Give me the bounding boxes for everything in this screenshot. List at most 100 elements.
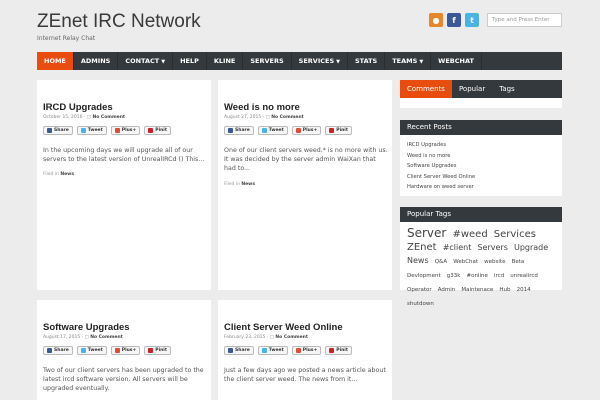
share-button-plusplus[interactable]: Plus+	[110, 126, 141, 135]
share-button-label: Pinit	[336, 348, 349, 353]
recent-post-link[interactable]: Software Upgrades	[407, 161, 555, 172]
comment-icon: · □	[261, 115, 272, 120]
share-button-pinit[interactable]: Pinit	[325, 126, 353, 135]
share-button-share[interactable]: Share	[43, 126, 73, 135]
share-button-tweet[interactable]: Tweet	[257, 126, 288, 135]
tab-comments[interactable]: Comments	[400, 80, 452, 98]
tag-link[interactable]: Upgrade	[514, 243, 548, 252]
share-button-label: Pinit	[155, 128, 168, 133]
facebook-icon	[47, 348, 52, 353]
share-button-label: Tweet	[87, 348, 103, 353]
category-link[interactable]: News	[60, 172, 74, 177]
post-excerpt: In the upcoming days we will upgrade all…	[43, 147, 205, 163]
share-buttons: Share Tweet Plus+ Pinit	[43, 346, 172, 355]
tag-link[interactable]: Beta	[512, 259, 525, 265]
nav-item-label: SERVICES	[298, 57, 335, 65]
filed-label: Filed in	[43, 172, 59, 177]
caret-down-icon: ▼	[419, 59, 424, 65]
nav-item-home[interactable]: HOME	[37, 52, 74, 70]
tag-link[interactable]: #online	[467, 273, 488, 279]
share-buttons: Share Tweet Plus+ Pinit	[224, 126, 353, 135]
share-button-tweet[interactable]: Tweet	[76, 126, 107, 135]
nav-item-admins[interactable]: ADMINS	[74, 52, 119, 70]
tag-link[interactable]: #client	[443, 243, 472, 252]
tag-link[interactable]: Servers	[477, 243, 507, 252]
nav-item-servers[interactable]: SERVERS	[243, 52, 292, 70]
share-button-share[interactable]: Share	[224, 126, 254, 135]
post-card: Weed is no more August 27, 2015 · □ No Co…	[218, 80, 392, 290]
rss-icon[interactable]: ●	[429, 13, 443, 27]
nav-item-label: STATS	[354, 57, 378, 65]
share-button-pinit[interactable]: Pinit	[144, 126, 172, 135]
tag-link[interactable]: Operator	[407, 287, 432, 293]
share-button-share[interactable]: Share	[224, 346, 254, 355]
tag-link[interactable]: ZEnet	[407, 242, 437, 253]
tag-link[interactable]: Devlopment	[407, 273, 441, 279]
tag-link[interactable]: ircd	[494, 273, 504, 279]
tag-link[interactable]: Services	[494, 229, 536, 240]
post-date: August 27, 2015	[224, 115, 262, 120]
recent-post-link[interactable]: Client Server Weed Online	[407, 172, 555, 183]
share-button-label: Plus+	[302, 348, 318, 353]
site-title[interactable]: ZEnet IRC Network	[37, 11, 201, 33]
caret-down-icon: ▼	[161, 59, 166, 65]
share-button-label: Tweet	[87, 128, 103, 133]
post-comments-link[interactable]: No Comment	[271, 115, 304, 120]
nav-item-help[interactable]: HELP	[173, 52, 207, 70]
share-button-plusplus[interactable]: Plus+	[291, 346, 322, 355]
tag-link[interactable]: #weed	[452, 229, 487, 240]
nav-item-webchat[interactable]: WEBCHAT	[431, 52, 482, 70]
tab-tags[interactable]: Tags	[492, 80, 522, 98]
tag-link[interactable]: WebChat	[453, 259, 478, 265]
share-button-pinit[interactable]: Pinit	[325, 346, 353, 355]
post-title[interactable]: Weed is no more	[224, 102, 300, 113]
comment-icon: · □	[80, 335, 91, 340]
tag-link[interactable]: Q&A	[435, 259, 447, 265]
tag-link[interactable]: g33k	[447, 273, 461, 279]
tag-link[interactable]: Server	[407, 226, 446, 240]
share-button-plusplus[interactable]: Plus+	[110, 346, 141, 355]
main-nav: HOME ADMINS CONTACT ▼ HELP KLINE SERVERS SERVIC…	[37, 52, 562, 70]
post-date: February 23, 2015	[224, 335, 266, 340]
share-button-tweet[interactable]: Tweet	[257, 346, 288, 355]
post-title[interactable]: Client Server Weed Online	[224, 322, 343, 333]
facebook-icon[interactable]: f	[447, 13, 461, 27]
recent-post-link[interactable]: Hardware on weed server	[407, 182, 555, 193]
tab-popular[interactable]: Popular	[452, 80, 492, 98]
share-button-plusplus[interactable]: Plus+	[291, 126, 322, 135]
twitter-icon[interactable]: t	[465, 13, 479, 27]
nav-item-stats[interactable]: STATS	[348, 52, 386, 70]
category-link[interactable]: News	[241, 182, 255, 187]
share-button-share[interactable]: Share	[43, 346, 73, 355]
nav-item-kline[interactable]: KLINE	[207, 52, 244, 70]
tag-link[interactable]: shutdown	[407, 301, 434, 307]
tag-link[interactable]: unrealircd	[510, 273, 538, 279]
nav-item-teams[interactable]: TEAMS ▼	[385, 52, 432, 70]
post-meta: February 23, 2015 · □ No Comment	[224, 335, 308, 340]
tag-link[interactable]: News	[407, 256, 429, 265]
share-button-tweet[interactable]: Tweet	[76, 346, 107, 355]
tag-link[interactable]: website	[484, 259, 505, 265]
recent-post-link[interactable]: IRCD Upgrades	[407, 140, 555, 151]
filed-label: Filed in	[224, 182, 240, 187]
facebook-icon	[228, 128, 233, 133]
post-comments-link[interactable]: No Comment	[92, 115, 125, 120]
share-button-label: Plus+	[121, 128, 137, 133]
post-comments-link[interactable]: No Comment	[90, 335, 123, 340]
tag-link[interactable]: Hub	[499, 287, 510, 293]
search-input[interactable]: Type and Press Enter	[487, 13, 562, 27]
post-comments-link[interactable]: No Comment	[275, 335, 308, 340]
nav-item-contact[interactable]: CONTACT ▼	[118, 52, 174, 70]
tag-link[interactable]: 2014	[517, 287, 531, 293]
recent-post-link[interactable]: Weed is no more	[407, 151, 555, 162]
pinterest-icon	[329, 348, 335, 353]
post-title[interactable]: IRCD Upgrades	[43, 102, 113, 113]
share-button-pinit[interactable]: Pinit	[144, 346, 172, 355]
share-button-label: Share	[235, 348, 250, 353]
nav-item-services[interactable]: SERVICES ▼	[292, 52, 348, 70]
tag-link[interactable]: Maintenace	[461, 287, 493, 293]
post-meta: August 27, 2015 · □ No Comment	[224, 115, 304, 120]
tag-link[interactable]: Admin	[438, 287, 456, 293]
caret-down-icon: ▼	[336, 59, 340, 65]
post-title[interactable]: Software Upgrades	[43, 322, 130, 333]
